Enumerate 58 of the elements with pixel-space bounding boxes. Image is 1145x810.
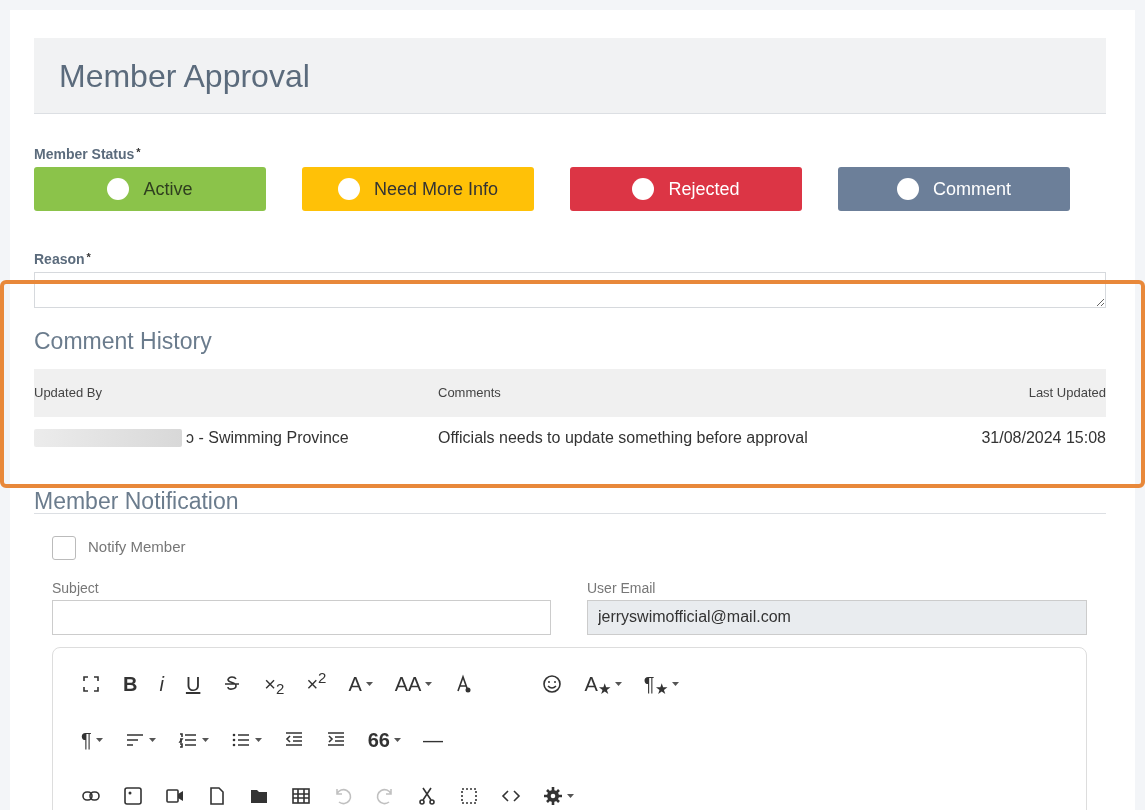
toolbar-button[interactable]: ¶$_{★}$ xyxy=(643,668,679,699)
gear-icon[interactable] xyxy=(543,785,563,806)
toolbar-button[interactable]: A xyxy=(348,668,373,699)
subject-field[interactable] xyxy=(52,599,551,635)
caret-icon[interactable] xyxy=(614,681,622,686)
toolbar-button[interactable]: ¶ xyxy=(81,724,103,755)
caret-icon[interactable] xyxy=(671,681,679,686)
caret-icon[interactable] xyxy=(201,737,209,742)
table-cell-text: Officials needs to update something before approval xyxy=(438,427,809,448)
page-title: Member Approval xyxy=(59,56,310,96)
status-option[interactable]: Active xyxy=(34,167,266,211)
field-label: Subject xyxy=(52,578,100,598)
field-label: Reason xyxy=(34,250,85,269)
reason-field[interactable] xyxy=(34,272,1106,308)
caret-icon[interactable] xyxy=(394,737,401,742)
caret-icon[interactable] xyxy=(254,737,262,742)
radio-icon xyxy=(632,178,655,200)
table-icon[interactable] xyxy=(291,785,311,806)
scissors-icon[interactable] xyxy=(417,785,437,806)
toolbar-button[interactable]: ×$_{2}$ xyxy=(264,668,285,699)
checkbox[interactable] xyxy=(52,535,76,560)
radio-icon xyxy=(337,178,360,200)
table-cell-text: ɔ - Swimming Province xyxy=(186,427,349,448)
status-option[interactable]: Comment xyxy=(838,167,1070,211)
toolbar-button[interactable]: i xyxy=(159,668,164,699)
toolbar-button[interactable]: B xyxy=(123,668,138,699)
caret-icon[interactable] xyxy=(425,681,433,686)
toolbar-button[interactable]: U xyxy=(185,668,201,699)
section-title: Comment History xyxy=(34,327,213,356)
toolbar-button[interactable]: ×$^{2}$ xyxy=(306,668,327,699)
required-mark: * xyxy=(136,145,141,160)
status-option[interactable]: Rejected xyxy=(570,167,802,211)
image-icon[interactable] xyxy=(123,785,143,806)
checkbox-label: Notify Member xyxy=(88,537,186,558)
toolbar-button[interactable]: — xyxy=(423,724,443,755)
required-mark: * xyxy=(86,250,91,265)
toolbar-button[interactable]: 66 xyxy=(367,724,401,755)
caret-icon[interactable] xyxy=(365,681,373,686)
field-label: User Email xyxy=(587,578,657,598)
status-option[interactable]: Need More Info xyxy=(302,167,534,211)
file-icon[interactable] xyxy=(207,785,227,806)
caret-icon[interactable] xyxy=(567,793,574,798)
section-title: Member Notification xyxy=(34,488,240,513)
column-header: Last Updated xyxy=(1027,383,1106,402)
toolbar-button[interactable]: AA xyxy=(394,668,433,699)
caret-icon[interactable] xyxy=(148,737,156,742)
select-all-icon[interactable] xyxy=(459,785,479,806)
table-cell-text: 31/08/2024 15:08 xyxy=(980,427,1106,448)
field-label: Member Status xyxy=(34,145,135,164)
fullscreen-icon[interactable] xyxy=(81,673,101,694)
radio-icon xyxy=(107,178,130,200)
email-field[interactable]: jerryswimofficial@mail.com xyxy=(587,599,1087,635)
radio-icon xyxy=(897,178,919,200)
caret-icon[interactable] xyxy=(95,737,103,742)
toolbar-button[interactable]: A$_{★}$ xyxy=(584,668,622,699)
column-header: Comments xyxy=(438,383,502,402)
column-header: Updated By xyxy=(34,383,103,402)
emoji-icon[interactable] xyxy=(542,673,563,694)
